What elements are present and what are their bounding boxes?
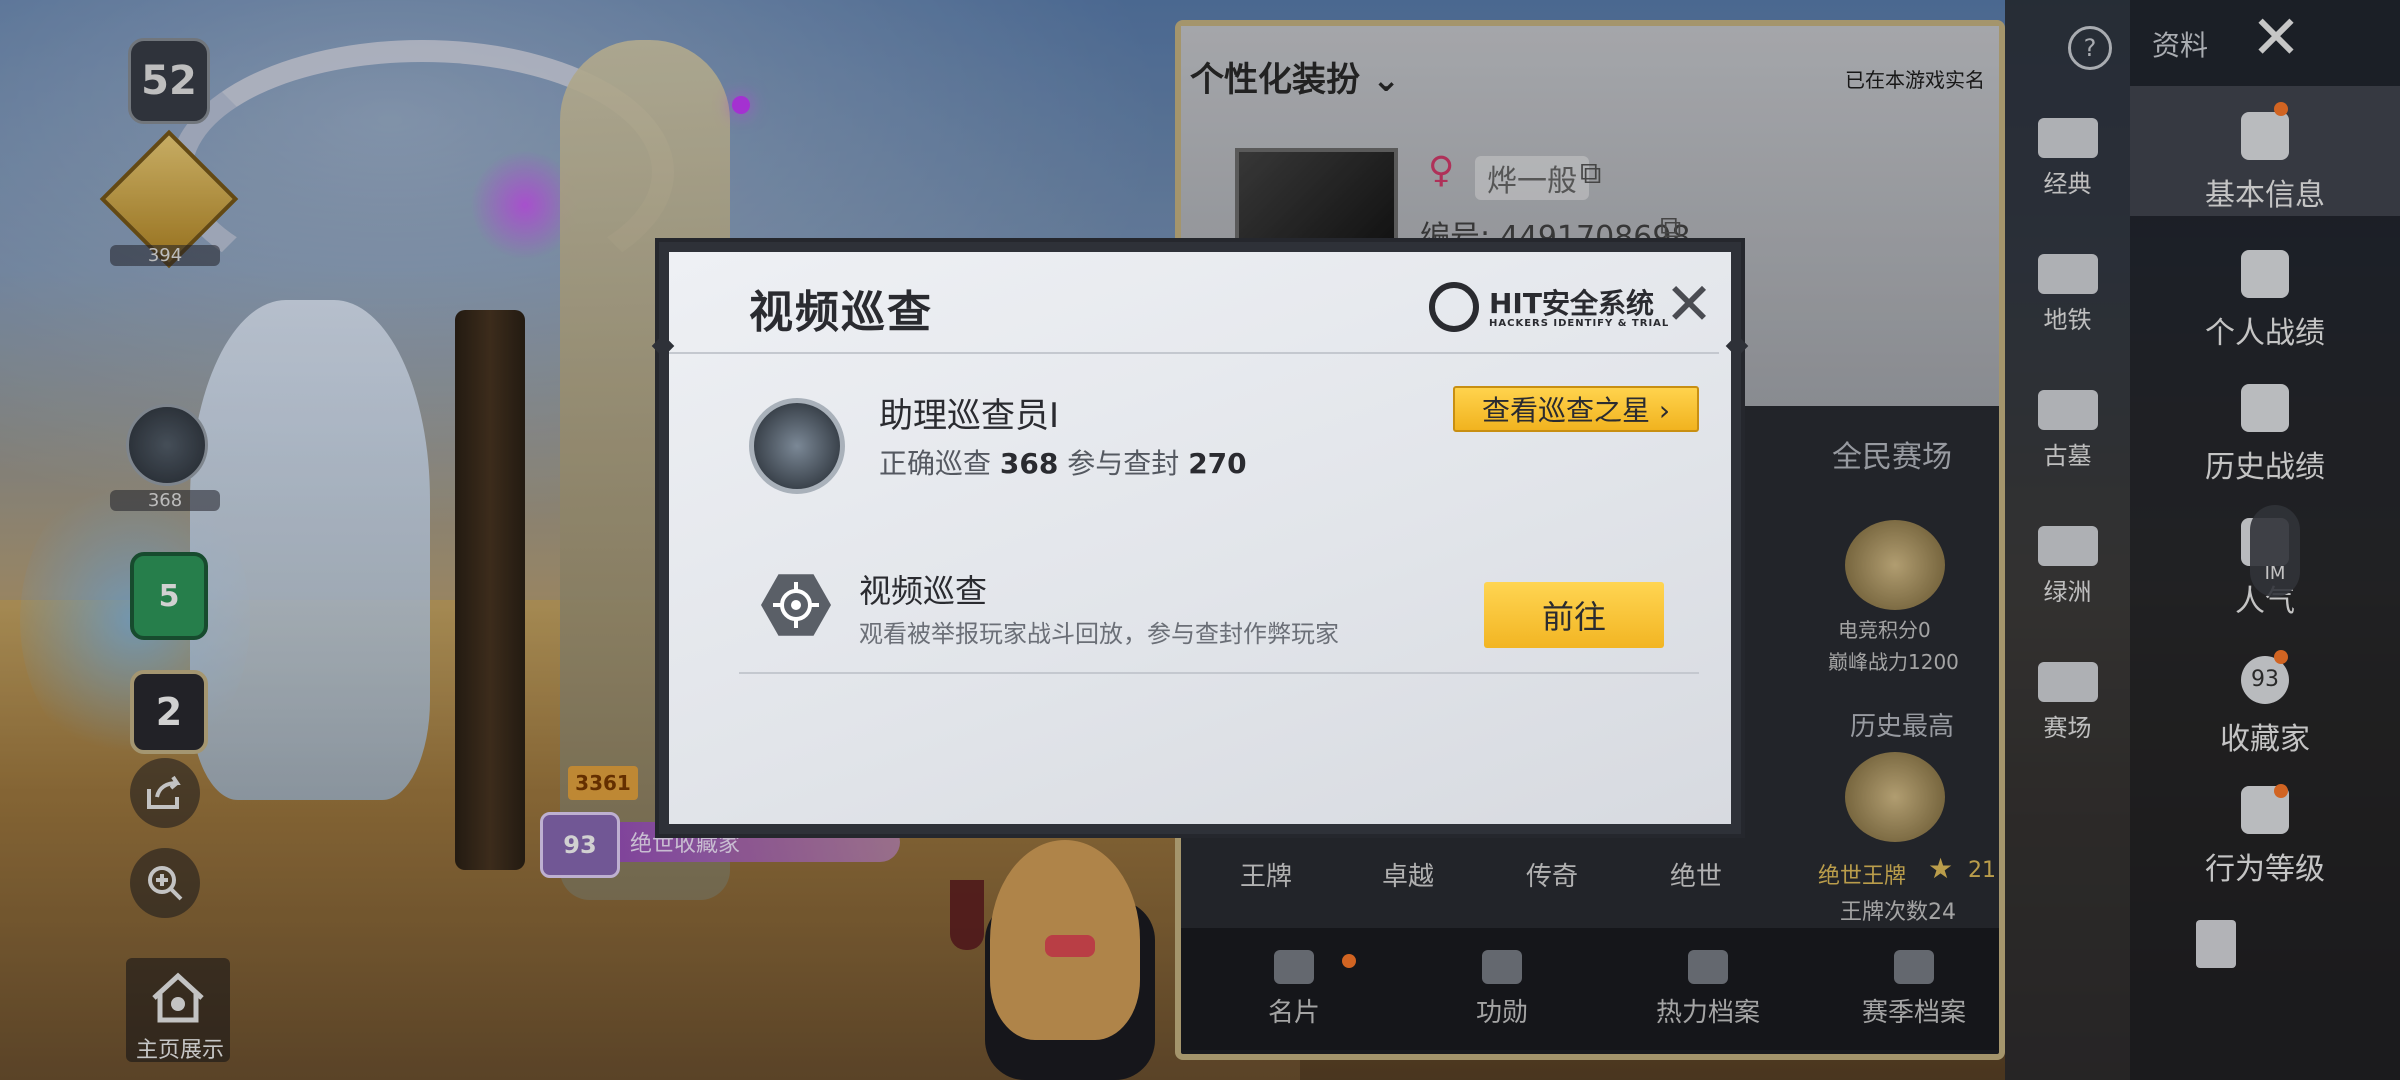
crosshair-icon [761,574,831,636]
patrol-rank-title: 助理巡查员I [879,396,1060,436]
correct-value: 368 [999,447,1059,480]
dialog-close-icon[interactable]: ✕ [1661,275,1717,333]
hit-logo-icon [1429,282,1479,332]
patrol-rank-scope-icon [749,398,845,494]
go-button[interactable]: 前往 [1484,582,1664,648]
dialog-body: 视频巡查 HIT安全系统 HACKERS IDENTIFY & TRIAL ✕ … [669,252,1731,824]
ban-label: 参与查封 [1067,447,1180,480]
dialog-title: 视频巡查 [749,287,933,338]
ban-value: 270 [1188,447,1247,480]
video-patrol-title: 视频巡查 [859,572,988,610]
video-patrol-dialog: 视频巡查 HIT安全系统 HACKERS IDENTIFY & TRIAL ✕ … [651,238,1749,838]
title-divider [669,352,1719,354]
patrol-stats: 正确巡查 368 参与查封 270 [879,442,1247,482]
hit-brand: HIT安全系统 [1489,287,1654,320]
hit-brand-subtitle: HACKERS IDENTIFY & TRIAL [1489,318,1670,329]
view-patrol-star-button[interactable]: 查看巡查之星 › [1453,386,1699,432]
row-divider [739,672,1699,674]
video-patrol-description: 观看被举报玩家战斗回放，参与查封作弊玩家 [859,620,1339,648]
correct-label: 正确巡查 [879,447,992,480]
